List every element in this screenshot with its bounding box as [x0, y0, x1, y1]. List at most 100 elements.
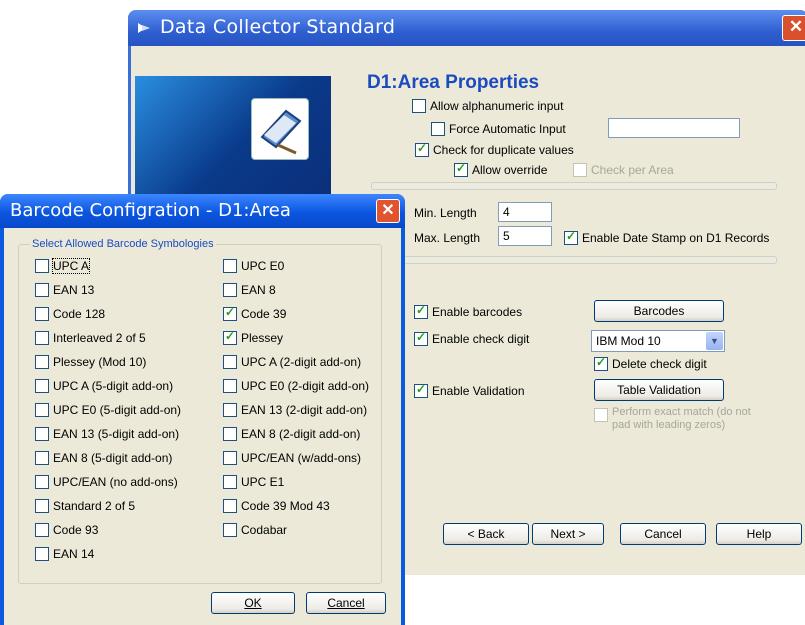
checkbox-box[interactable] — [414, 382, 428, 398]
allow-override-checkbox[interactable]: Allow override — [454, 161, 547, 177]
checkbox-box[interactable] — [35, 379, 49, 393]
symbology-label: Standard 2 of 5 — [53, 499, 136, 513]
checkbox-box[interactable] — [223, 305, 237, 321]
max-length-value: 5 — [503, 229, 510, 243]
close-icon[interactable]: ✕ — [376, 199, 400, 223]
checkbox-box[interactable] — [223, 475, 237, 489]
checkbox-box[interactable] — [35, 427, 49, 441]
delete-check-digit-checkbox[interactable]: Delete check digit — [594, 355, 707, 371]
symbology-label: Code 39 — [241, 307, 287, 321]
checkbox-box[interactable] — [35, 331, 49, 345]
symbology-checkbox[interactable]: UPC E0 (5-digit add-on) — [35, 403, 181, 417]
delete-check-digit-label: Delete check digit — [612, 357, 707, 371]
symbology-checkbox[interactable]: Code 128 — [35, 307, 105, 321]
dialog-cancel-button[interactable]: Cancel — [306, 592, 386, 614]
checkbox-box[interactable] — [35, 523, 49, 537]
checkbox-box[interactable] — [573, 163, 587, 177]
checkbox-box[interactable] — [414, 330, 428, 346]
symbology-checkbox[interactable]: EAN 14 — [35, 547, 94, 561]
checkbox-box[interactable] — [35, 283, 49, 297]
checkbox-box[interactable] — [223, 259, 237, 273]
symbology-label: EAN 13 (5-digit add-on) — [53, 427, 180, 441]
symbology-checkbox[interactable]: UPC E1 — [223, 475, 284, 489]
checkbox-box[interactable] — [223, 499, 237, 513]
symbology-label: UPC/EAN (w/add-ons) — [241, 451, 362, 465]
symbology-checkbox[interactable]: Code 93 — [35, 523, 98, 537]
symbology-checkbox[interactable]: EAN 13 (2-digit add-on) — [223, 403, 367, 417]
checkbox-box[interactable] — [35, 475, 49, 489]
max-length-field[interactable]: 5 — [498, 226, 552, 246]
checkbox-box[interactable] — [223, 403, 237, 417]
checkbox-box[interactable] — [431, 122, 445, 136]
symbology-checkbox[interactable]: Plessey (Mod 10) — [35, 355, 146, 369]
symbology-checkbox[interactable]: Codabar — [223, 523, 287, 537]
checkbox-box[interactable] — [415, 141, 429, 157]
next-button[interactable]: Next > — [532, 523, 604, 545]
barcodes-button[interactable]: Barcodes — [594, 300, 724, 322]
min-length-field[interactable]: 4 — [498, 202, 552, 222]
checkbox-box[interactable] — [564, 229, 578, 245]
checkbox-box[interactable] — [223, 355, 237, 369]
check-duplicates-checkbox[interactable]: Check for duplicate values — [415, 141, 574, 157]
main-title-bar[interactable]: Data Collector Standard ✕ — [128, 10, 805, 46]
symbology-checkbox[interactable]: Plessey — [223, 329, 283, 345]
chevron-down-icon[interactable]: ▼ — [706, 332, 723, 350]
checkbox-box[interactable] — [414, 303, 428, 319]
symbology-checkbox[interactable]: Code 39 Mod 43 — [223, 499, 330, 513]
checkbox-box[interactable] — [223, 283, 237, 297]
symbology-checkbox[interactable]: UPC E0 (2-digit add-on) — [223, 379, 369, 393]
symbology-checkbox[interactable]: EAN 8 (5-digit add-on) — [35, 451, 172, 465]
checkbox-box[interactable] — [35, 355, 49, 369]
separator — [371, 256, 777, 264]
force-automatic-checkbox[interactable]: Force Automatic Input — [431, 122, 566, 136]
symbology-checkbox[interactable]: Standard 2 of 5 — [35, 499, 135, 513]
checkbox-box[interactable] — [35, 547, 49, 561]
checkbox-box[interactable] — [35, 499, 49, 513]
symbology-checkbox[interactable]: UPC/EAN (no add-ons) — [35, 475, 178, 489]
allow-alphanumeric-checkbox[interactable]: Allow alphanumeric input — [412, 99, 563, 113]
checkbox-box[interactable] — [35, 403, 49, 417]
checkbox-box[interactable] — [594, 408, 608, 422]
checkbox-box[interactable] — [35, 307, 49, 321]
table-validation-button[interactable]: Table Validation — [594, 379, 724, 401]
symbology-checkbox[interactable]: EAN 13 — [35, 283, 94, 297]
enable-date-stamp-label: Enable Date Stamp on D1 Records — [582, 231, 770, 245]
checkbox-box[interactable] — [223, 451, 237, 465]
symbology-checkbox[interactable]: UPC A — [35, 258, 91, 274]
symbology-checkbox[interactable]: EAN 8 — [223, 283, 276, 297]
checkbox-box[interactable] — [223, 427, 237, 441]
checkbox-box[interactable] — [35, 451, 49, 465]
checkbox-box[interactable] — [412, 99, 426, 113]
checkbox-box[interactable] — [223, 523, 237, 537]
symbology-checkbox[interactable]: UPC E0 — [223, 259, 284, 273]
enable-date-stamp-checkbox[interactable]: Enable Date Stamp on D1 Records — [564, 229, 770, 245]
check-per-area-label: Check per Area — [591, 163, 674, 177]
cancel-button[interactable]: Cancel — [620, 523, 706, 545]
checkbox-box[interactable] — [594, 355, 608, 371]
symbology-checkbox[interactable]: EAN 13 (5-digit add-on) — [35, 427, 179, 441]
enable-validation-checkbox[interactable]: Enable Validation — [414, 382, 525, 398]
back-button[interactable]: < Back — [443, 523, 529, 545]
checkbox-box[interactable] — [223, 329, 237, 345]
automatic-input-field[interactable] — [608, 118, 740, 138]
exact-match-checkbox[interactable]: Perform exact match (do not pad with lea… — [594, 406, 751, 432]
dialog-title: Barcode Configration - D1:Area — [10, 200, 291, 221]
symbology-checkbox[interactable]: UPC A (2-digit add-on) — [223, 355, 361, 369]
symbology-label: EAN 13 — [53, 283, 95, 297]
symbology-checkbox[interactable]: Code 39 — [223, 305, 287, 321]
enable-barcodes-checkbox[interactable]: Enable barcodes — [414, 303, 522, 319]
check-per-area-checkbox[interactable]: Check per Area — [573, 163, 674, 177]
checkbox-box[interactable] — [454, 161, 468, 177]
check-digit-select[interactable]: IBM Mod 10 ▼ — [591, 330, 725, 352]
symbology-checkbox[interactable]: EAN 8 (2-digit add-on) — [223, 427, 360, 441]
ok-button[interactable]: OK — [211, 592, 295, 614]
checkbox-box[interactable] — [223, 379, 237, 393]
checkbox-box[interactable] — [35, 259, 49, 273]
help-button[interactable]: Help — [716, 523, 802, 545]
symbology-checkbox[interactable]: UPC A (5-digit add-on) — [35, 379, 173, 393]
symbology-checkbox[interactable]: UPC/EAN (w/add-ons) — [223, 451, 361, 465]
symbology-checkbox[interactable]: Interleaved 2 of 5 — [35, 331, 146, 345]
main-close-button[interactable]: ✕ — [782, 15, 805, 41]
enable-check-digit-checkbox[interactable]: Enable check digit — [414, 330, 529, 346]
dialog-title-bar[interactable]: Barcode Configration - D1:Area ✕ — [0, 194, 405, 228]
